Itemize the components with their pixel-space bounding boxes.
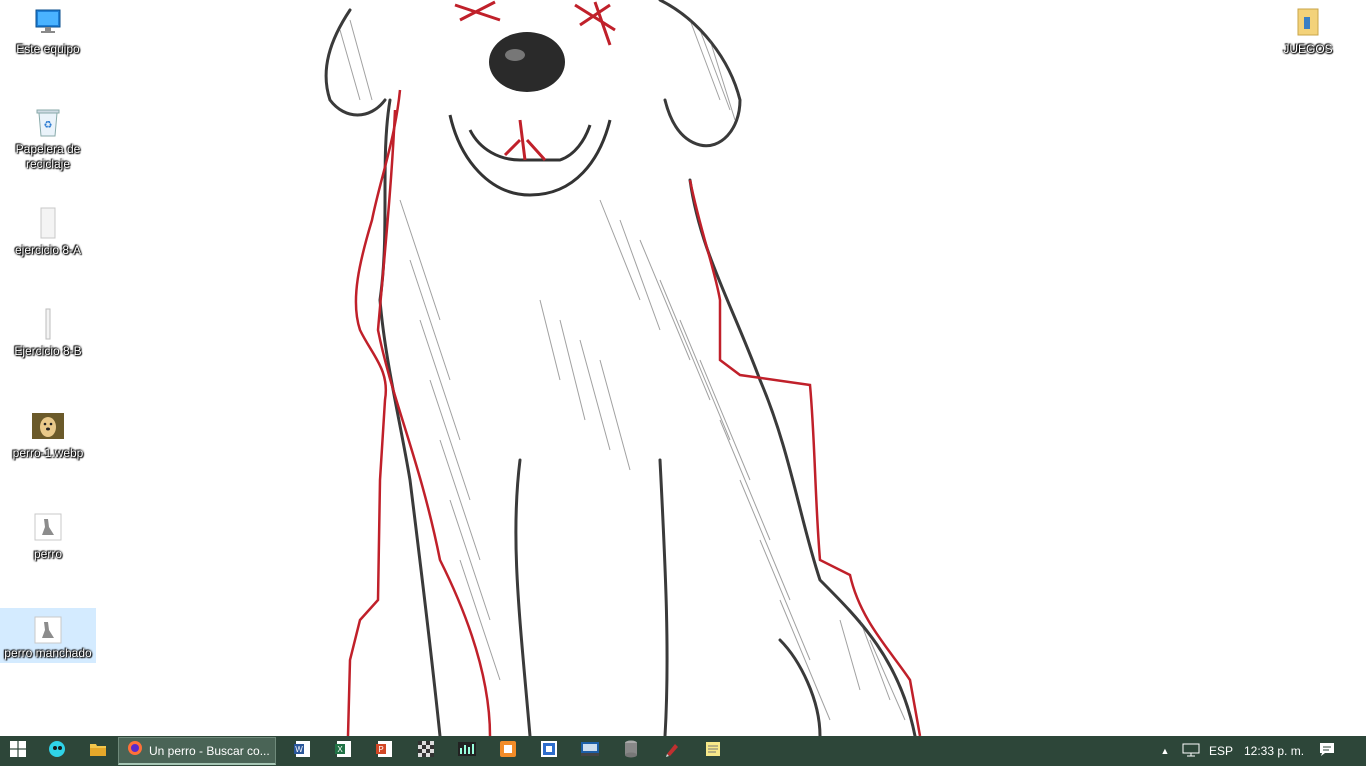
taskbar-notes-app[interactable]: [692, 736, 733, 766]
start-button[interactable]: [0, 736, 36, 766]
taskbar-video-app[interactable]: [569, 736, 610, 766]
taskbar-cortana[interactable]: [36, 736, 77, 766]
action-center-button[interactable]: [1312, 736, 1342, 766]
taskbar-audio-app[interactable]: [446, 736, 487, 766]
taskbar-word[interactable]: W: [282, 736, 323, 766]
document-icon: [32, 308, 64, 340]
taskbar-chess-app[interactable]: [405, 736, 446, 766]
notes-app-icon: [705, 741, 721, 762]
blue-app-icon: [540, 740, 557, 762]
audio-app-icon: [457, 741, 476, 761]
desktop-icon-label: perro manchado: [4, 646, 92, 660]
document-icon: [32, 207, 64, 239]
desktop-icon-label: perro-1.webp: [12, 446, 84, 460]
word-icon: W: [293, 740, 312, 763]
desktop-icon-juegos[interactable]: JUEGOS: [1260, 0, 1356, 90]
powerpoint-icon: P: [375, 740, 394, 763]
desktop-icon-perro-manchado[interactable]: perro manchado: [0, 608, 96, 663]
taskbar-blue-app[interactable]: [528, 736, 569, 766]
computer-icon: [32, 6, 64, 38]
firefox-icon: [127, 740, 143, 761]
desktop-icon-label: Papelera de reciclaje: [15, 142, 81, 171]
file-explorer-icon: [89, 741, 107, 762]
image-thumbnail-icon: [32, 410, 64, 442]
image-file-icon: [32, 511, 64, 543]
desktop-icon-label: perro: [33, 547, 62, 561]
desktop-icon-papelera[interactable]: ♻ Papelera de reciclaje: [0, 100, 96, 180]
desktop-icon-perro-webp[interactable]: perro-1.webp: [0, 404, 96, 494]
desktop-icon-perro[interactable]: perro: [0, 505, 96, 595]
network-icon: [1182, 743, 1200, 760]
svg-text:X: X: [337, 745, 343, 754]
windows-start-icon: [10, 740, 26, 762]
video-app-icon: [580, 741, 599, 761]
desktop-icon-este-equipo[interactable]: Este equipo: [0, 0, 96, 90]
database-app-icon: [624, 740, 638, 763]
desktop-icon-ejercicio-8a[interactable]: ejercicio 8-A: [0, 201, 96, 291]
orange-app-icon: [499, 740, 516, 762]
folder-icon: [1292, 6, 1324, 38]
cortana-icon: [47, 739, 67, 764]
chevron-up-icon: ▲: [1160, 746, 1170, 756]
image-file-icon: [32, 614, 64, 646]
clock[interactable]: 12:33 p. m.: [1244, 736, 1304, 766]
show-hidden-icons-button[interactable]: ▲: [1158, 736, 1172, 766]
svg-text:♻: ♻: [44, 120, 53, 131]
taskbar-excel[interactable]: X: [323, 736, 364, 766]
desktop-icon-label: Ejercicio 8-B: [14, 344, 82, 358]
taskbar-file-explorer[interactable]: [77, 736, 118, 766]
recycle-bin-icon: ♻: [32, 106, 64, 138]
desktop-icon-label: Este equipo: [16, 42, 80, 56]
taskbar-firefox-window[interactable]: Un perro - Buscar co...: [118, 737, 276, 765]
network-button[interactable]: [1180, 736, 1202, 766]
chess-app-icon: [417, 740, 434, 762]
desktop-icon-label: ejercicio 8-A: [14, 243, 82, 257]
svg-text:P: P: [378, 745, 383, 754]
taskbar-powerpoint[interactable]: P: [364, 736, 405, 766]
taskbar-orange-app[interactable]: [487, 736, 528, 766]
notification-icon: [1319, 742, 1335, 760]
desktop-wallpaper: [0, 0, 1366, 736]
language-indicator[interactable]: ESP: [1209, 736, 1233, 766]
taskbar-pen-app[interactable]: [651, 736, 692, 766]
desktop-icon-ejercicio-8b[interactable]: Ejercicio 8-B: [0, 302, 96, 392]
language-label: ESP: [1209, 744, 1234, 758]
pen-app-icon: [664, 741, 680, 762]
excel-icon: X: [334, 740, 353, 763]
taskbar-window-title: Un perro - Buscar co...: [149, 743, 270, 758]
taskbar-database-app[interactable]: [610, 736, 651, 766]
svg-text:W: W: [295, 745, 303, 754]
clock-time: 12:33 p. m.: [1244, 744, 1305, 758]
desktop-icon-label: JUEGOS: [1283, 42, 1333, 56]
